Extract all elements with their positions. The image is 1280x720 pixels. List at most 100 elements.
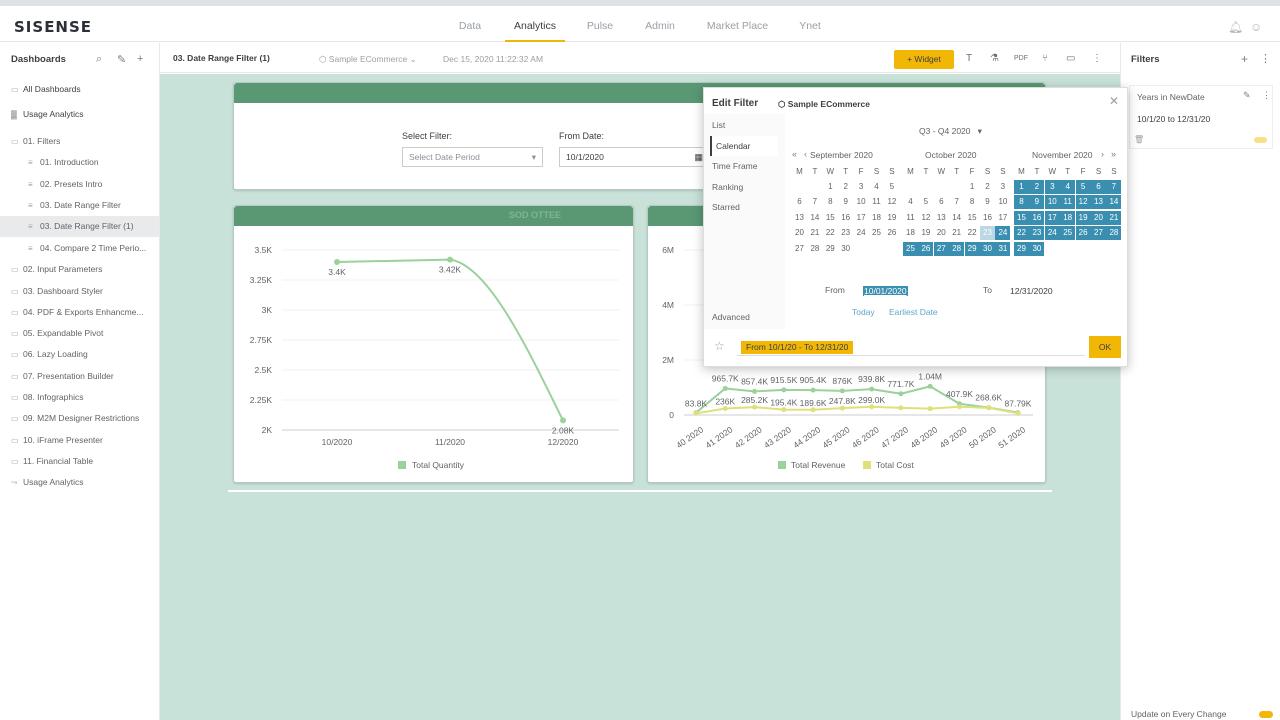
calendar-day[interactable]: 24 <box>995 226 1011 241</box>
tab-ranking[interactable]: Ranking <box>712 177 780 197</box>
calendar-day[interactable]: 10 <box>854 195 869 209</box>
monitor-icon[interactable]: ▭ <box>1066 53 1075 64</box>
add-filter-icon[interactable]: + <box>1241 52 1248 66</box>
calendar-day[interactable]: 12 <box>1075 195 1091 210</box>
calendar-day[interactable]: 11 <box>903 211 918 225</box>
dashboard-item[interactable]: ⤳ Usage Analytics <box>0 472 159 493</box>
calendar-day[interactable]: 4 <box>1060 180 1076 194</box>
close-icon[interactable]: ✕ <box>1109 94 1119 108</box>
calendar-day[interactable]: 12 <box>884 195 899 209</box>
star-icon[interactable]: ☆ <box>714 339 725 353</box>
tab-list[interactable]: List <box>712 115 780 135</box>
calendar-day[interactable]: 15 <box>1014 210 1029 225</box>
calendar-day[interactable]: 24 <box>854 226 869 240</box>
calendar-day[interactable]: 2 <box>838 180 853 194</box>
calendar-day[interactable]: 22 <box>1014 226 1029 241</box>
calendar-day[interactable]: 27 <box>933 241 949 256</box>
calendar-day[interactable]: 7 <box>807 195 822 209</box>
nav-tab-ynet[interactable]: Ynet <box>792 6 828 42</box>
trash-icon[interactable]: 🗑︎ <box>1134 135 1144 144</box>
dashboard-item[interactable]: ▭ 01. Filters <box>0 131 159 152</box>
calendar-day[interactable]: 16 <box>980 211 995 225</box>
calendar-day[interactable]: 10 <box>995 195 1010 209</box>
user-icon[interactable]: ☺ <box>1250 20 1262 34</box>
dashboard-item[interactable]: ▭ 11. Financial Table <box>0 451 159 472</box>
calendar-day[interactable]: 28 <box>1106 226 1122 241</box>
dashboard-item[interactable]: ▭ All Dashboards <box>0 79 159 100</box>
calendar-day[interactable]: 13 <box>934 211 949 225</box>
calendar-day[interactable]: 1 <box>1014 180 1029 194</box>
earliest-date-link[interactable]: Earliest Date <box>889 307 938 317</box>
calendar-day[interactable]: 8 <box>965 195 980 209</box>
calendar-day[interactable]: 26 <box>884 226 899 240</box>
prev-month-icon[interactable]: ‹ <box>804 149 807 159</box>
filter-toggle[interactable] <box>1254 137 1267 143</box>
calendar-day[interactable]: 7 <box>949 195 964 209</box>
more-icon[interactable]: ⋮ <box>1260 52 1271 65</box>
calendar-day[interactable]: 6 <box>934 195 949 209</box>
calendar-day[interactable]: 29 <box>1014 241 1029 256</box>
calendar-day[interactable]: 11 <box>869 195 884 209</box>
calendar-day[interactable]: 11 <box>1060 195 1076 210</box>
pdf-icon[interactable]: PDF <box>1014 55 1028 62</box>
calendar-day[interactable]: 28 <box>807 242 822 256</box>
calendar-day[interactable]: 4 <box>869 180 884 194</box>
calendar-day[interactable]: 12 <box>918 211 933 225</box>
calendar-day[interactable]: 21 <box>807 226 822 240</box>
dashboard-item[interactable]: ≡ 02. Presets Intro <box>0 174 159 195</box>
calendar-day[interactable]: 17 <box>854 211 869 225</box>
calendar-day[interactable]: 30 <box>980 241 995 256</box>
dashboard-item[interactable]: ▭ 03. Dashboard Styler <box>0 281 159 302</box>
calendar-day[interactable]: 6 <box>792 195 807 209</box>
calendar-day[interactable]: 8 <box>823 195 838 209</box>
calendar-day[interactable]: 18 <box>903 226 918 240</box>
calendar-day[interactable]: 5 <box>918 195 933 209</box>
text-icon[interactable]: T <box>966 53 972 64</box>
calendar-day[interactable]: 25 <box>903 241 918 256</box>
calendar-day[interactable]: 27 <box>1091 226 1106 241</box>
calendar-day[interactable]: 9 <box>838 195 853 209</box>
calendar-day[interactable]: 1 <box>965 180 980 194</box>
nav-tab-admin[interactable]: Admin <box>640 6 680 42</box>
calendar-day[interactable]: 23 <box>838 226 853 240</box>
next-year-icon[interactable]: » <box>1111 149 1116 159</box>
dashboard-item[interactable]: ▭ 04. PDF & Exports Enhancme... <box>0 302 159 323</box>
calendar-day[interactable]: 15 <box>965 211 980 225</box>
filter-icon[interactable]: ⚗ <box>990 53 999 64</box>
calendar-day[interactable]: 16 <box>838 211 853 225</box>
calendar-day[interactable]: 22 <box>965 226 980 240</box>
calendar-day[interactable]: 29 <box>823 242 838 256</box>
dashboard-item[interactable]: ▭ 07. Presentation Builder <box>0 366 159 387</box>
calendar-day[interactable]: 27 <box>792 242 807 256</box>
calendar-day[interactable]: 8 <box>1014 195 1029 210</box>
datasource-selector[interactable]: ⬡ Sample ECommerce ⌄ <box>319 54 417 65</box>
calendar-day[interactable]: 5 <box>1075 180 1091 194</box>
calendar-day[interactable]: 23 <box>1029 226 1045 241</box>
calendar-day[interactable]: 21 <box>949 226 964 240</box>
tab-calendar[interactable]: Calendar <box>710 135 778 156</box>
calendar-day[interactable]: 13 <box>1091 195 1106 210</box>
calendar-day[interactable]: 24 <box>1044 226 1060 241</box>
calendar-day[interactable]: 4 <box>903 195 918 209</box>
nav-tab-analytics[interactable]: Analytics <box>505 6 565 42</box>
select-date-period-dropdown[interactable]: Select Date Period ▾ <box>402 147 543 167</box>
calendar-day[interactable]: 20 <box>1091 210 1106 225</box>
calendar-day[interactable]: 13 <box>792 211 807 225</box>
calendar-day[interactable]: 2 <box>1029 180 1045 194</box>
calendar-day[interactable]: 28 <box>949 241 965 256</box>
calendar-day[interactable]: 22 <box>823 226 838 240</box>
calendar-day[interactable]: 14 <box>1106 195 1122 210</box>
calendar-day[interactable]: 17 <box>995 211 1010 225</box>
quarter-selector[interactable]: Q3 - Q4 2020 ▾ <box>919 126 982 137</box>
today-link[interactable]: Today <box>852 307 875 317</box>
nav-tab-data[interactable]: Data <box>448 6 492 42</box>
calendar-day[interactable]: 14 <box>807 211 822 225</box>
dashboard-item[interactable]: ≡ 03. Date Range Filter (1) <box>0 216 159 237</box>
dashboard-item[interactable]: ≡ 03. Date Range Filter <box>0 195 159 216</box>
calendar-day[interactable]: 14 <box>949 211 964 225</box>
bell-icon[interactable]: 🔔︎ <box>1228 20 1243 34</box>
calendar-day[interactable]: 19 <box>884 211 899 225</box>
calendar-day[interactable]: 6 <box>1091 180 1106 194</box>
dashboard-item[interactable]: ▭ 02. Input Parameters <box>0 259 159 280</box>
pencil-icon[interactable]: ✎ <box>1243 90 1251 101</box>
